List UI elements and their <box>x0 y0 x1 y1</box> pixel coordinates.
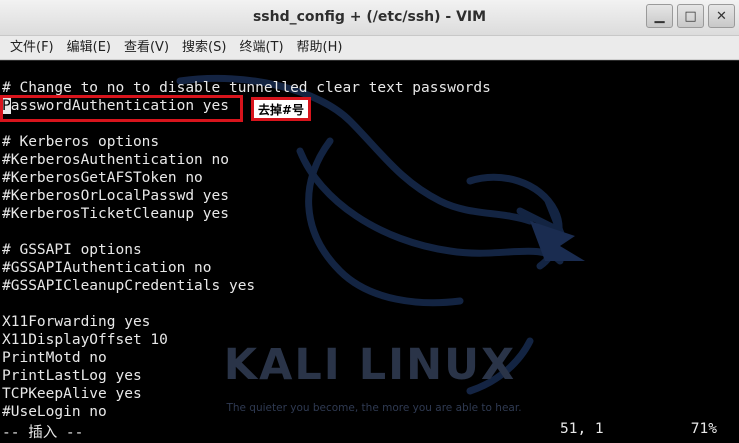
menu-terminal[interactable]: 终端(T) <box>233 37 289 59</box>
terminal-area[interactable]: KALI LINUX The quieter you become, the m… <box>0 61 739 419</box>
code-line: #KerberosOrLocalPasswd yes <box>2 188 229 204</box>
code-line: #GSSAPICleanupCredentials yes <box>2 278 256 294</box>
maximize-button[interactable]: □ <box>677 4 704 28</box>
code-line: # GSSAPI options <box>2 242 142 258</box>
code-line: #GSSAPIAuthentication no <box>2 260 212 276</box>
annotation-note: 去掉#号 <box>251 97 311 121</box>
menu-help[interactable]: 帮助(H) <box>291 37 349 59</box>
menu-view[interactable]: 查看(V) <box>118 37 175 59</box>
code-line: X11DisplayOffset 10 <box>2 332 168 348</box>
minimize-button[interactable]: ▁ <box>646 4 673 28</box>
menu-search[interactable]: 搜索(S) <box>176 37 232 59</box>
menu-file[interactable]: 文件(F) <box>4 37 60 59</box>
code-line: PrintLastLog yes <box>2 368 142 384</box>
highlight-box <box>0 95 243 122</box>
window-controls: ▁ □ ✕ <box>642 4 735 28</box>
title-bar: sshd_config + (/etc/ssh) - VIM ▁ □ ✕ <box>0 0 739 36</box>
code-line: TCPKeepAlive yes <box>2 386 142 402</box>
code-line: #UseLogin no <box>2 404 107 419</box>
menu-edit[interactable]: 编辑(E) <box>61 37 117 59</box>
vim-status-line: -- 插入 -- 51, 1 71% <box>0 419 739 443</box>
code-line: #KerberosAuthentication no <box>2 152 229 168</box>
insert-mode-indicator: -- 插入 -- <box>2 425 84 441</box>
menu-bar: 文件(F) 编辑(E) 查看(V) 搜索(S) 终端(T) 帮助(H) <box>0 36 739 60</box>
code-line: PrintMotd no <box>2 350 107 366</box>
code-line: # Kerberos options <box>2 134 160 150</box>
cursor-position: 51, 1 <box>560 421 604 437</box>
code-line: X11Forwarding yes <box>2 314 151 330</box>
code-line: #KerberosGetAFSToken no <box>2 170 203 186</box>
editor-buffer: # Change to no to disable tunnelled clea… <box>2 79 491 419</box>
scroll-percent: 71% <box>690 421 717 437</box>
code-line: #KerberosTicketCleanup yes <box>2 206 229 222</box>
close-button[interactable]: ✕ <box>708 4 735 28</box>
window-title: sshd_config + (/etc/ssh) - VIM <box>252 9 487 25</box>
